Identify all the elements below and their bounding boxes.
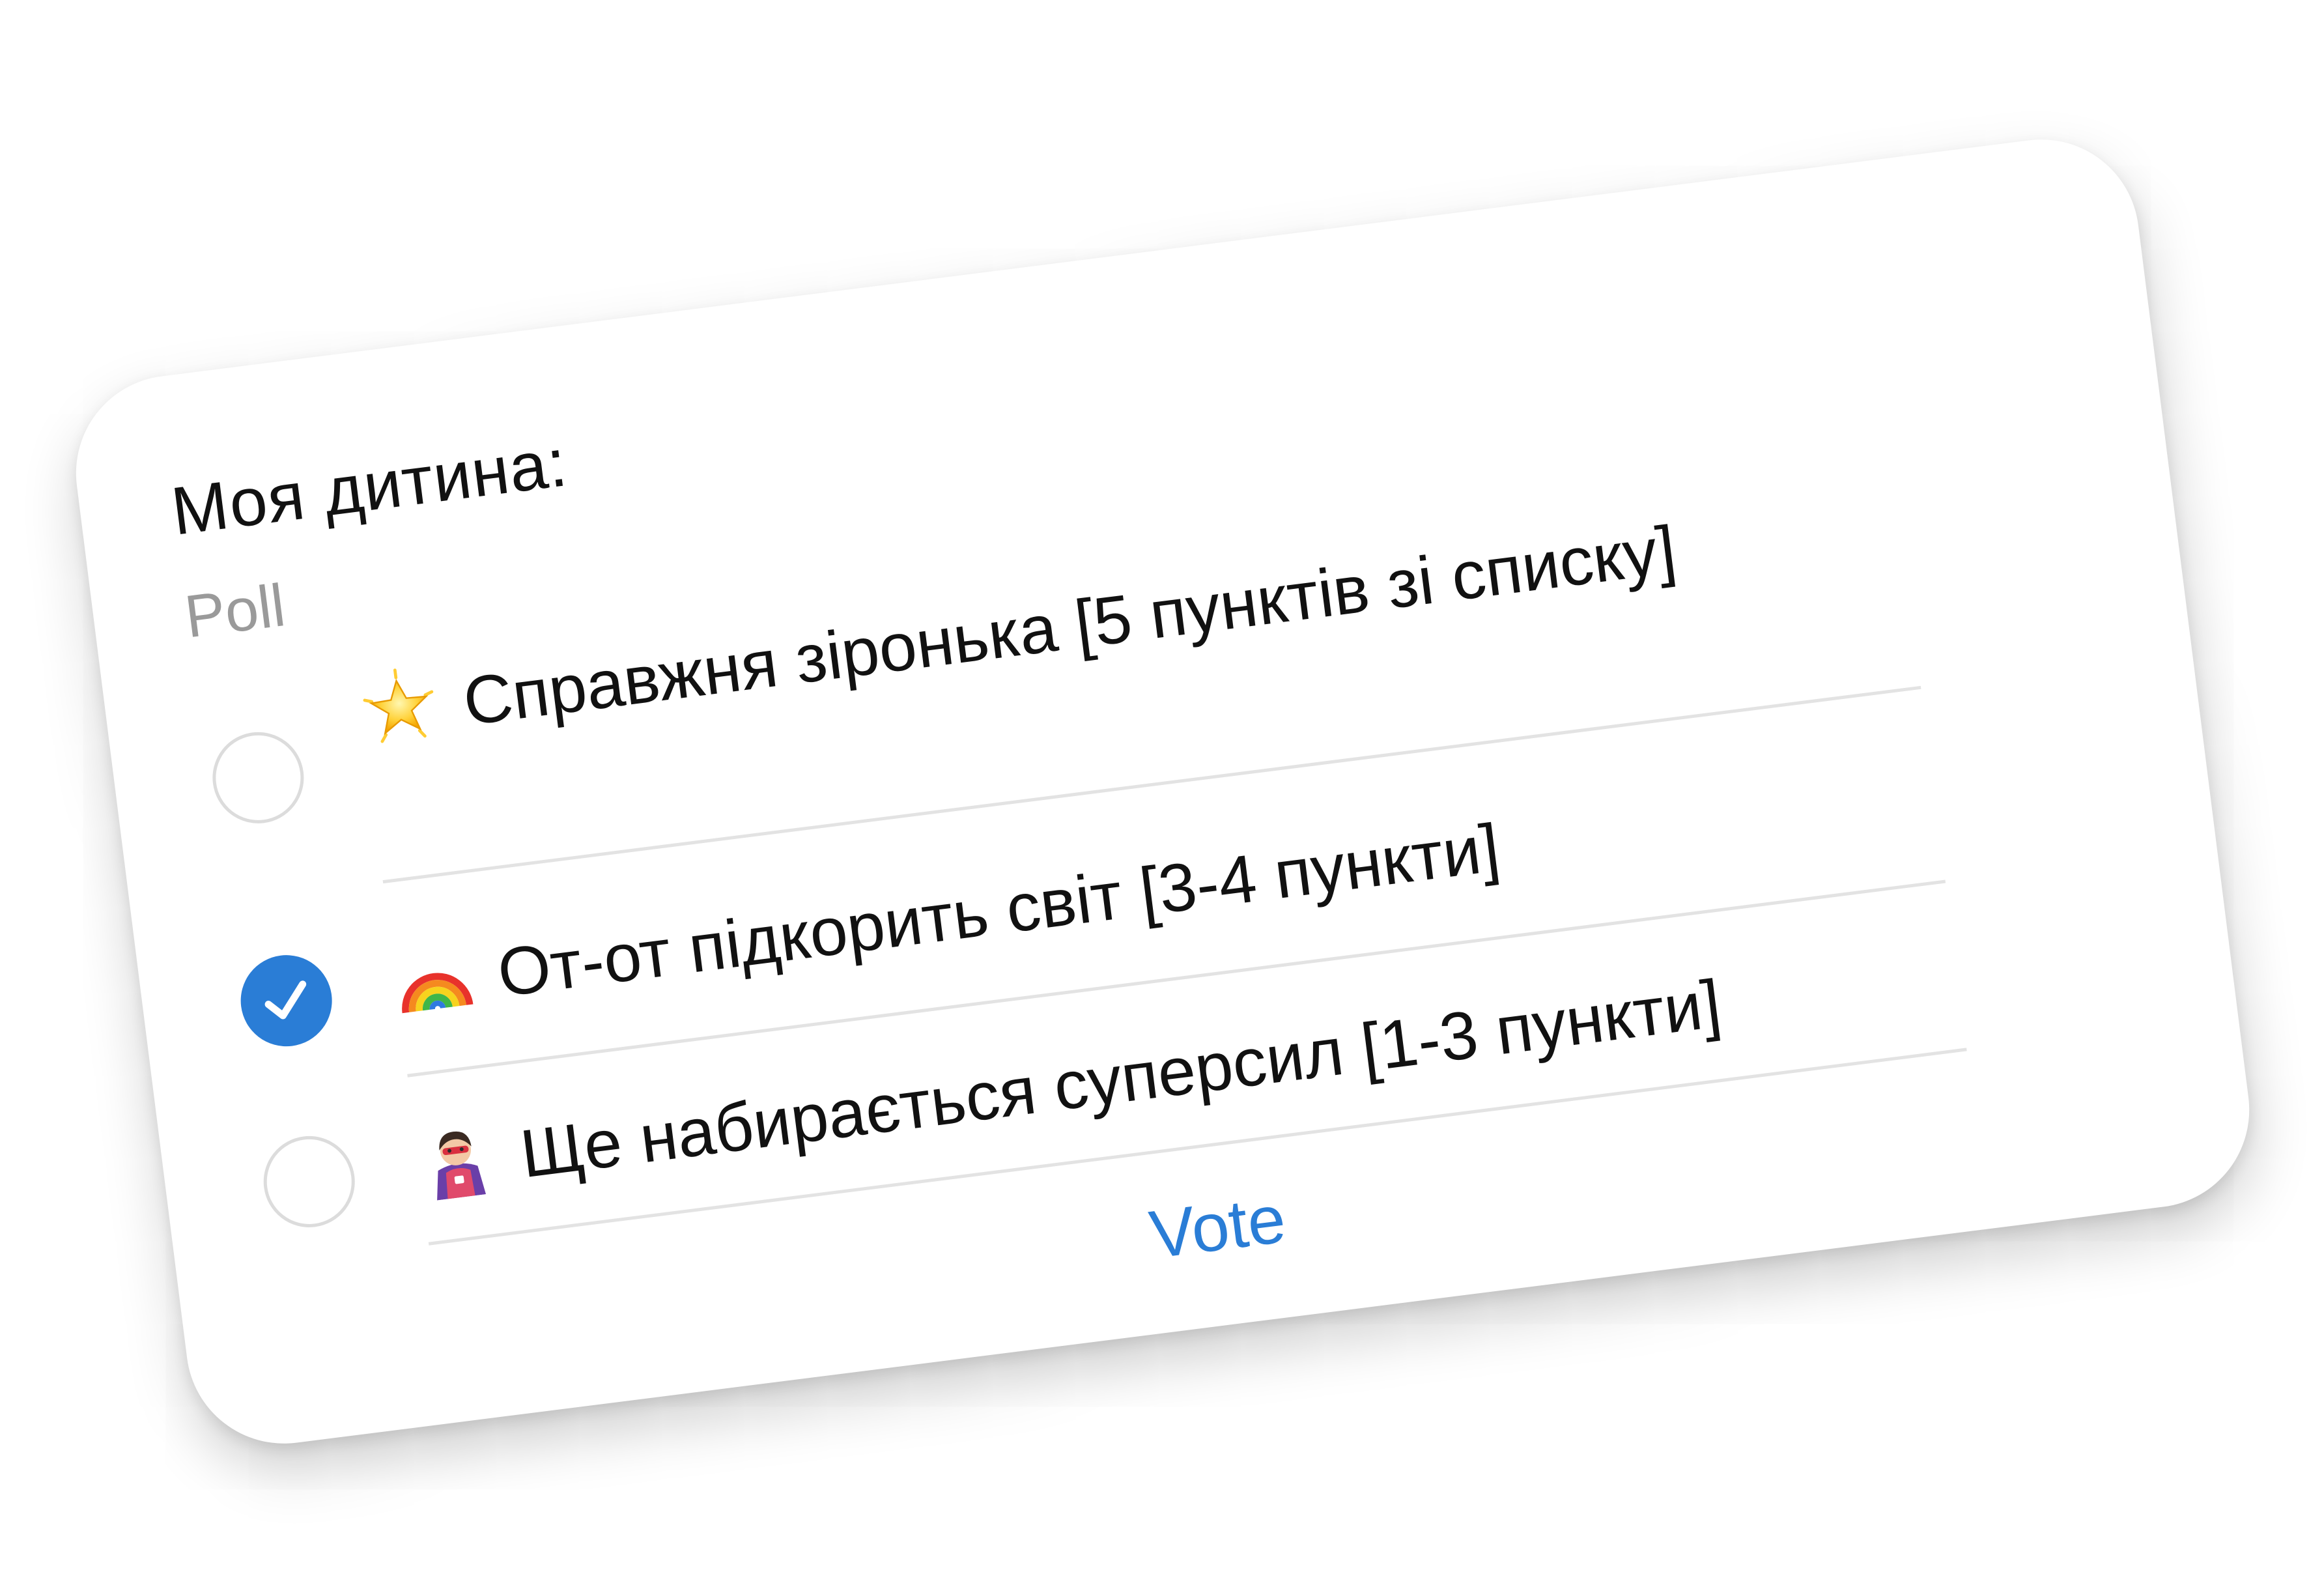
- radio-button-unchecked[interactable]: [258, 1130, 360, 1233]
- poll-title: Моя дитина:: [167, 425, 572, 550]
- rainbow-icon: [391, 935, 477, 1021]
- poll-option-2[interactable]: От-от підкорить світ [3-4 пункти]: [64, 128, 2126, 1078]
- glowing-star-icon: [357, 664, 443, 750]
- poll-option-1-label: Справжня зіронька [5 пунктів зі списку]: [459, 511, 1680, 740]
- poll-card: Моя дитина: Poll Справжня зіронька [5 пу…: [64, 128, 2261, 1455]
- poll-type-label: Poll: [181, 572, 289, 651]
- screen: Моя дитина: Poll Справжня зіронька [5 пу…: [0, 0, 2324, 1585]
- radio-button-checked[interactable]: [235, 949, 337, 1052]
- poll-option-3[interactable]: Ще набирається суперсил [1-3 пункти]: [64, 128, 2126, 1246]
- poll-option-1[interactable]: Справжня зіронька [5 пунктів зі списку]: [64, 128, 2126, 884]
- checkmark-icon: [264, 980, 307, 1020]
- poll-option-2-label: От-от підкорить світ [3-4 пункти]: [493, 810, 1504, 1012]
- superhero-icon: [414, 1116, 500, 1202]
- radio-button-unchecked[interactable]: [207, 726, 309, 829]
